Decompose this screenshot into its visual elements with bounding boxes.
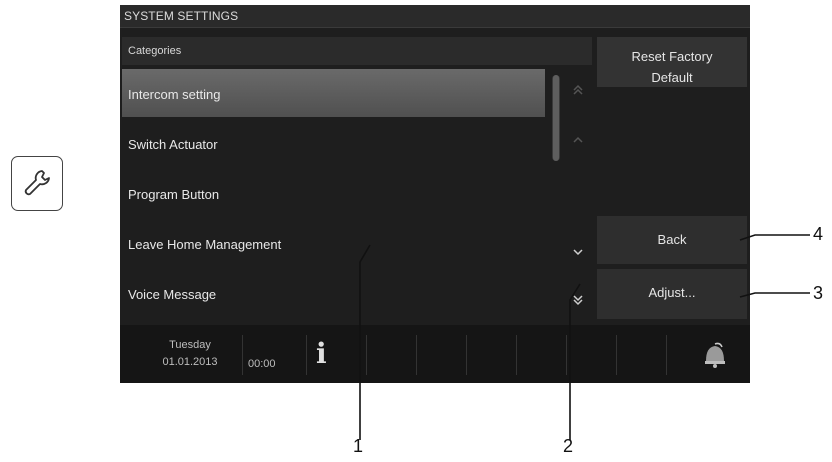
callout-1: 1	[353, 436, 364, 456]
callout-lines	[359, 234, 810, 440]
callout-4: 4	[813, 224, 824, 244]
callout-3: 3	[813, 283, 824, 303]
callout-2: 2	[563, 436, 574, 456]
